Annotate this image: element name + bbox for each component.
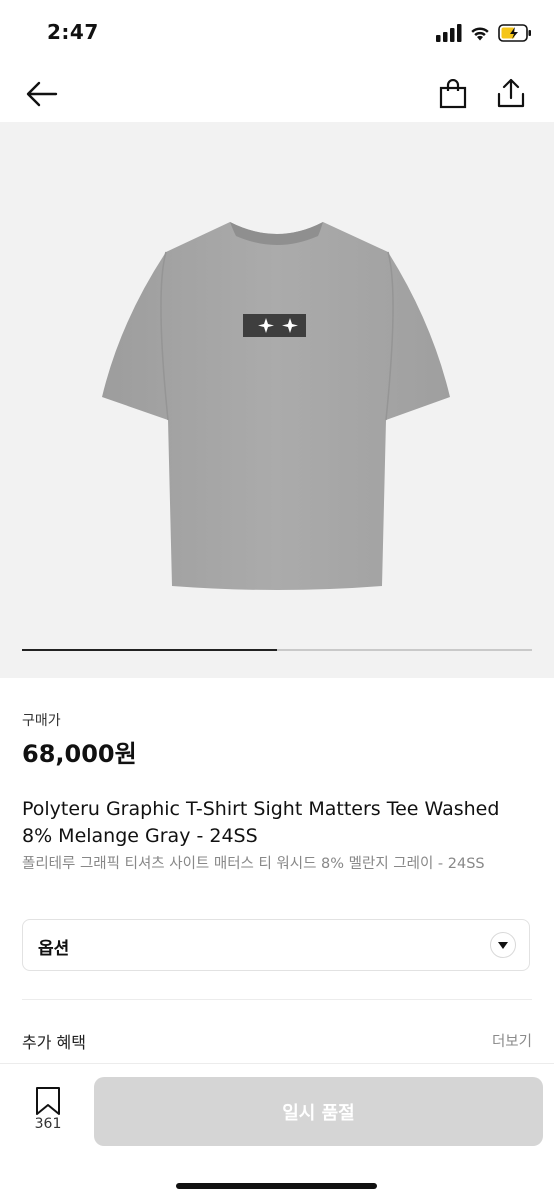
bookmark-button[interactable]: 361: [28, 1086, 68, 1138]
product-image-gallery[interactable]: [0, 122, 554, 678]
signal-icon: [436, 24, 462, 42]
product-title-en: Polyteru Graphic T-Shirt Sight Matters T…: [22, 798, 500, 847]
status-icons: [436, 20, 532, 46]
price-label: 구매가: [22, 713, 61, 729]
shopping-bag-icon: [439, 79, 467, 109]
product-title-ko: 폴리테루 그래픽 티셔츠 사이트 매터스 티 워시드 8% 멜란지 그레이 - …: [22, 856, 485, 872]
navigation-bar: [0, 66, 554, 122]
option-label: 옵션: [38, 939, 70, 959]
bookmark-count: 361: [34, 1116, 62, 1132]
wifi-icon: [471, 27, 489, 41]
battery-icon: [498, 24, 531, 42]
cart-button[interactable]: [434, 76, 472, 112]
arrow-left-icon: [26, 81, 58, 107]
gallery-progress-track: [22, 649, 532, 651]
price-value: 68,000원: [22, 740, 137, 768]
option-dropdown-button[interactable]: [490, 932, 516, 958]
share-button[interactable]: [492, 74, 530, 112]
option-selector[interactable]: 옵션: [22, 919, 530, 971]
section-divider: [22, 999, 532, 1000]
benefit-more-link[interactable]: 더보기: [492, 1030, 532, 1051]
home-indicator: [176, 1183, 377, 1189]
bottom-bar-divider: [0, 1063, 554, 1064]
product-image: [102, 222, 450, 590]
status-bar: 2:47: [0, 0, 554, 66]
benefit-title: 추가 혜택: [22, 1033, 86, 1052]
share-icon: [497, 78, 525, 108]
gallery-progress-fill: [22, 649, 277, 651]
sold-out-button[interactable]: 일시 품절: [94, 1077, 543, 1146]
status-time: 2:47: [47, 20, 99, 44]
bookmark-icon: [36, 1087, 60, 1115]
back-button[interactable]: [22, 76, 62, 112]
triangle-down-icon: [498, 941, 508, 949]
